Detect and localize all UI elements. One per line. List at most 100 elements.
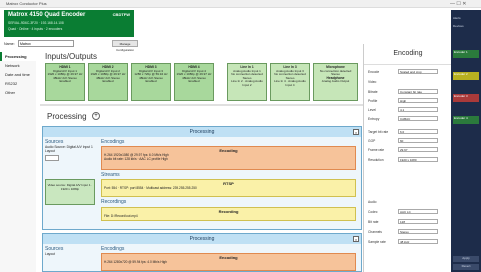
streams-panel: Streams xyxy=(101,172,356,178)
io-card-line-in-3[interactable]: Line In 3 Analog Audio Input 3 No connec… xyxy=(270,63,310,101)
sources-panel: Sources Layout xyxy=(45,246,95,256)
io-card-hdmi3[interactable]: HDMI 3 Digital A/V Input 3 1280 x 720p @… xyxy=(131,63,171,101)
sources-panel: Sources Audio Source: Digital A/V Input … xyxy=(45,139,95,205)
recording-bar[interactable]: Recording File: D:\Record\out.mp4 xyxy=(101,207,356,221)
frame-rate-select[interactable]: 29.97 xyxy=(398,147,438,152)
io-card-hdmi2[interactable]: HDMI 2 Digital A/V Input 2 1920 x 1080p … xyxy=(88,63,128,101)
card-line: Line In 2 · Analog Audio Input 2 xyxy=(231,79,263,87)
manage-configuration-button[interactable]: Manage Configuration xyxy=(112,40,138,52)
nav-item-processing[interactable]: Processing xyxy=(0,52,36,61)
field-label: Audio xyxy=(368,200,377,204)
encoding-bar[interactable]: Encoding H.264 1280x720 @ 59.94 fps: 4.0… xyxy=(101,253,356,271)
level-select[interactable]: 4.1 xyxy=(398,107,438,112)
encodings-panel: Encodings xyxy=(101,139,356,145)
field-label: Bit rate xyxy=(368,220,379,224)
recordings-panel: Recordings xyxy=(101,199,356,205)
titlebar: Matrox Conductor Plus — ☐ ✕ xyxy=(0,0,481,8)
io-card-microphone[interactable]: Microphone No connection detected Stereo… xyxy=(313,63,358,101)
device-code: CBDTFW xyxy=(112,12,130,17)
processing-title: Processing xyxy=(47,112,87,121)
field-label: Sample rate xyxy=(368,240,386,244)
device-sidebar: Alerts Devices Encoder 1 Encoder 2 Encod… xyxy=(451,10,481,272)
io-title: Inputs/Outputs xyxy=(45,52,98,61)
encoding-bar[interactable]: Encoding H.264 1920x1080 @ 29.97 fps: 6.… xyxy=(101,146,356,170)
field-label: Resolution xyxy=(368,158,384,162)
field-label: Video xyxy=(368,80,377,84)
name-input[interactable] xyxy=(18,40,74,47)
section-nav: Processing Network Date and time RS232 O… xyxy=(0,52,36,272)
sample-rate-select[interactable]: 48 kHz xyxy=(398,239,438,244)
field-label: GOP xyxy=(368,139,376,143)
layout-label: Layout xyxy=(45,149,55,153)
sidebar-item-encoder-4[interactable]: Encoder 4 xyxy=(453,116,479,124)
encodings-title: Encodings xyxy=(101,246,125,252)
resolution-select[interactable]: 1920 x 1080 xyxy=(398,157,438,162)
sidebar-item-alerts[interactable]: Alerts xyxy=(453,16,479,20)
field-label: Encode xyxy=(368,70,380,74)
device-name: Matrox 4150 Quad Encoder xyxy=(8,12,86,18)
add-processing-button[interactable]: + xyxy=(92,112,100,120)
nav-item-date-and-time[interactable]: Date and time xyxy=(0,70,36,79)
io-card-hdmi1[interactable]: HDMI 1 Digital A/V Input 1 1920 x 1080p … xyxy=(45,63,85,101)
processing-block-header: Processing xyxy=(43,234,361,244)
sidebar-item-encoder-2[interactable]: Encoder 2 xyxy=(453,72,479,80)
video-source-tile[interactable]: Video source: Digital A/V Input 1 · 1920… xyxy=(45,179,95,205)
channels-select[interactable]: Stereo xyxy=(398,229,438,234)
card-line: Enabled xyxy=(59,79,71,84)
card-line: Enabled xyxy=(102,79,114,84)
close-icon[interactable]: × xyxy=(353,129,359,135)
layout-label: Layout xyxy=(45,252,55,256)
field-label: Channels xyxy=(368,230,382,234)
panel-divider xyxy=(364,64,452,65)
gop-input[interactable]: 60 xyxy=(398,138,438,143)
nav-item-network[interactable]: Network xyxy=(0,61,36,70)
encodings-panel: Encodings xyxy=(101,246,356,252)
layout-select[interactable] xyxy=(45,155,59,161)
recordings-title: Recordings xyxy=(101,199,127,205)
window-controls[interactable]: — ☐ ✕ xyxy=(450,1,466,7)
rtsp-line: Port: 554 · RTSP: port 8554 · Multicast … xyxy=(104,186,197,190)
name-row: Name: Manage Configuration xyxy=(4,40,160,52)
field-label: Target bit rate xyxy=(368,130,389,134)
nav-item-rs232[interactable]: RS232 xyxy=(0,79,36,88)
field-label: Bitrate xyxy=(368,90,378,94)
rtsp-stream-bar[interactable]: RTSP Port: 554 · RTSP: port 8554 · Multi… xyxy=(101,179,356,197)
apply-button[interactable]: Apply xyxy=(453,256,479,262)
field-label: Codec xyxy=(368,210,378,214)
section-divider[interactable] xyxy=(40,104,410,106)
revert-button[interactable]: Revert xyxy=(453,264,479,270)
card-line: Enabled xyxy=(188,79,200,84)
device-serial: SERIAL-9D6C-3F20 · 192.168.14.108 xyxy=(8,21,64,25)
audio-bitrate-select[interactable]: 128 xyxy=(398,219,438,224)
device-status: Quad · Online · 4 inputs · 2 encoders xyxy=(8,27,63,31)
encoding-line: Audio bit rate: 128 kb/s · AAC LC profil… xyxy=(104,157,168,161)
device-header: Matrox 4150 Quad Encoder CBDTFW SERIAL-9… xyxy=(4,10,134,37)
encodings-title: Encodings xyxy=(101,139,125,145)
field-label: Level xyxy=(368,108,376,112)
field-label: Profile xyxy=(368,99,378,103)
card-line: Enabled xyxy=(145,79,157,84)
entropy-select[interactable]: CABAC xyxy=(398,116,438,121)
sidebar-item-devices[interactable]: Devices xyxy=(453,24,479,28)
processing-block: Processing × Sources Audio Source: Digit… xyxy=(42,126,362,230)
sidebar-item-encoder-1[interactable]: Encoder 1 xyxy=(453,50,479,58)
profile-select[interactable]: High xyxy=(398,98,438,103)
card-line: Analog Audio Output xyxy=(321,79,350,84)
name-label: Name: xyxy=(4,42,15,46)
io-card-hdmi4[interactable]: HDMI 4 Digital A/V Input 4 1920 x 1080p … xyxy=(174,63,214,101)
target-bitrate-input[interactable]: 6.0 xyxy=(398,129,438,134)
processing-block: Processing × Sources Layout Encodings En… xyxy=(42,233,362,272)
bitrate-select[interactable]: Constant bit rate xyxy=(398,89,438,94)
codec-select[interactable]: AAC LC xyxy=(398,209,438,214)
nav-item-other[interactable]: Other xyxy=(0,88,36,97)
field-label: Entropy xyxy=(368,117,380,121)
sidebar-item-encoder-3[interactable]: Encoder 3 xyxy=(453,94,479,102)
io-card-line-in-1[interactable]: Line In 1 Analog Audio Input 1 No connec… xyxy=(227,63,267,101)
close-icon[interactable]: × xyxy=(353,236,359,242)
window-title: Matrox Conductor Plus xyxy=(6,1,47,6)
recording-line: File: D:\Record\out.mp4 xyxy=(104,214,138,218)
encode-select[interactable]: Scaled and crop xyxy=(398,69,438,74)
field-label: Frame rate xyxy=(368,148,385,152)
encoding-line: H.264 1280x720 @ 59.94 fps: 4.0 Mb/s Hig… xyxy=(104,260,167,264)
card-line: Line In 4 · Analog Audio Input 4 xyxy=(274,79,306,87)
